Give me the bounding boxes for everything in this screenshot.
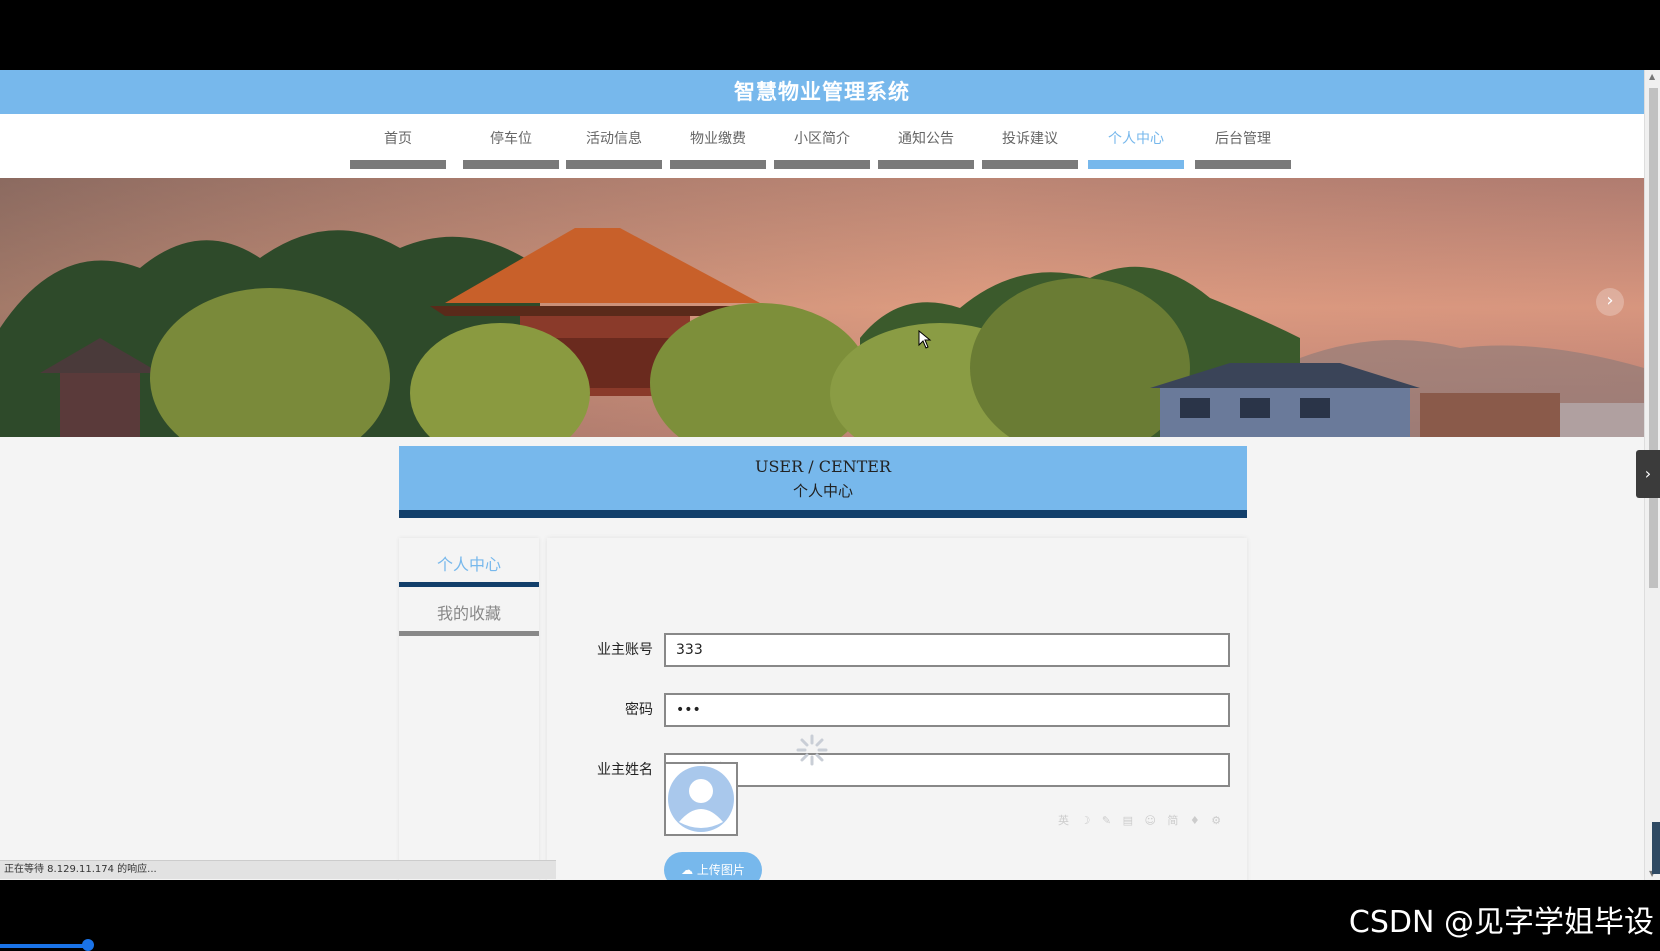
password-label: 密码 [625,702,653,718]
sidebar-item-label: 我的收藏 [436,604,501,623]
video-progress-bar[interactable] [0,944,90,948]
nav-item-complaints[interactable]: 投诉建议 [982,114,1078,169]
name-field[interactable]: 业主姓名 [664,753,1230,787]
nav-label: 首页 [384,131,412,147]
account-row: 业主账号 333 [547,633,1247,667]
nav-underline [982,160,1078,169]
banner-carousel: › [0,178,1644,437]
browser-status-bar: 正在等待 8.129.11.174 的响应... [0,860,556,879]
account-label: 业主账号 [597,642,653,658]
nav-underline [463,160,559,169]
nav-label: 活动信息 [586,131,642,147]
mouse-cursor-icon [918,330,932,349]
nav-label: 停车位 [490,131,532,147]
nav-item-parking[interactable]: 停车位 [463,114,559,169]
nav-item-home[interactable]: 首页 [350,114,446,169]
scroll-up-icon[interactable]: ▲ [1649,72,1655,81]
name-row: 业主姓名 业主姓名 [547,753,1247,787]
site-title: 智慧物业管理系统 [0,70,1644,114]
nav-underline [350,160,446,169]
nav-label: 物业缴费 [690,131,746,147]
avatar-image[interactable] [664,762,738,836]
nav-label: 通知公告 [898,131,954,147]
edge-widget [1652,822,1660,874]
nav-underline [1195,160,1291,169]
nav-underline [1088,160,1184,169]
password-field[interactable]: ••• [664,693,1230,727]
upload-image-button[interactable]: ☁ 上传图片 [664,852,762,880]
nav-label: 投诉建议 [1002,131,1058,147]
video-progress-handle[interactable] [82,939,94,951]
upload-button-label: 上传图片 [696,863,745,877]
nav-item-notices[interactable]: 通知公告 [878,114,974,169]
user-sidebar: 个人中心 我的收藏 [399,538,539,880]
nav-item-user-center[interactable]: 个人中心 [1088,114,1184,169]
nav-item-admin[interactable]: 后台管理 [1195,114,1291,169]
sidebar-item-label: 个人中心 [436,555,501,574]
user-center-title-en: USER / CENTER [754,457,892,476]
header-underline [399,510,1247,518]
user-center-header: USER / CENTER 个人中心 [399,446,1247,518]
nav-label: 后台管理 [1215,131,1271,147]
nav-underline [566,160,662,169]
nav-item-community-intro[interactable]: 小区简介 [774,114,870,169]
csdn-watermark: CSDN @见字学姐毕设 [1348,905,1654,940]
nav-underline [670,160,766,169]
nav-underline [774,160,870,169]
carousel-next-icon[interactable]: › [1596,288,1624,316]
sidebar-item-user-center[interactable]: 个人中心 [399,538,539,587]
account-field[interactable]: 333 [664,633,1230,667]
nav-item-property-fee[interactable]: 物业缴费 [670,114,766,169]
name-label: 业主姓名 [597,762,653,778]
sidebar-underline [399,631,539,636]
nav-item-activities[interactable]: 活动信息 [566,114,662,169]
side-panel-toggle-icon[interactable]: › [1636,450,1660,498]
avatar-placeholder-icon [668,766,734,832]
banner-image [0,178,1644,437]
cloud-upload-icon: ☁ [681,863,694,877]
nav-label: 个人中心 [1108,131,1164,147]
password-row: 密码 ••• [547,693,1247,727]
nav-label: 小区简介 [794,131,850,147]
loading-spinner-icon [796,734,828,766]
ime-toolbar[interactable]: 英 ☽ ✎ ▤ ☺ 简 ♦ ⚙ [1058,812,1228,830]
user-center-title-zh: 个人中心 [792,482,853,500]
scrollbar-thumb[interactable] [1649,88,1658,588]
sidebar-item-favorites[interactable]: 我的收藏 [399,587,539,636]
browser-viewport: 智慧物业管理系统 首页 停车位 活动信息 物业缴费 小区简介 通知公告 投诉建议… [0,70,1660,880]
nav-underline [878,160,974,169]
